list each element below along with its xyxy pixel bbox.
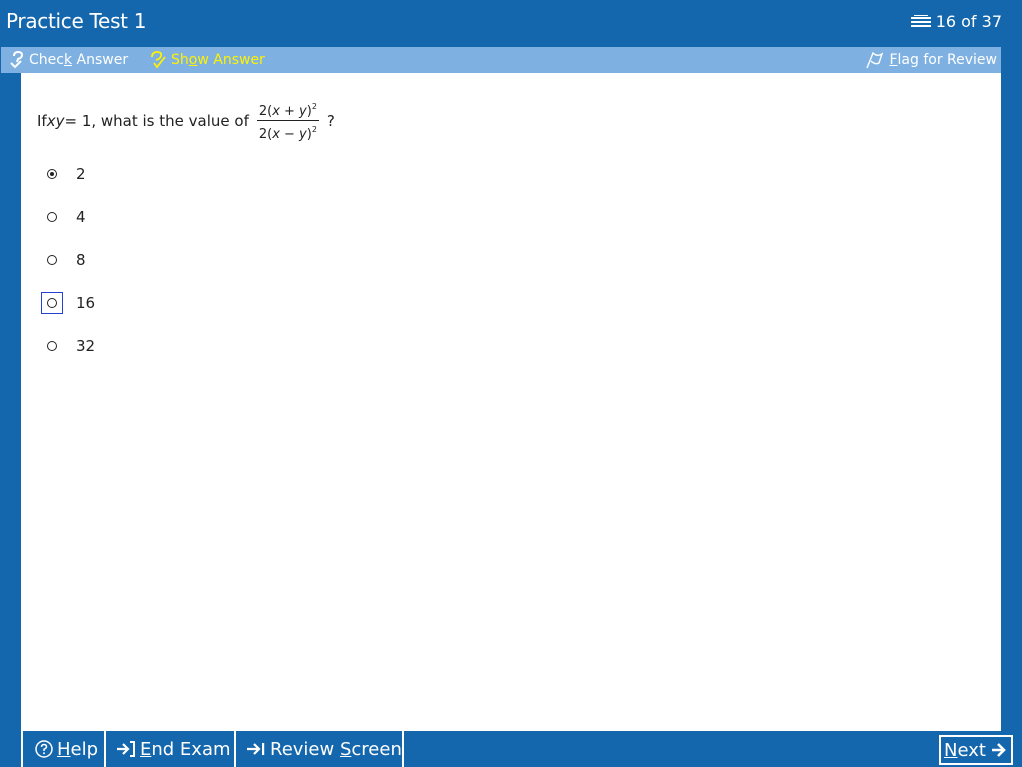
question-suffix: ? [326, 111, 335, 130]
end-exam-button[interactable]: End Exam [106, 731, 236, 767]
review-screen-icon [246, 741, 266, 757]
answer-choice-4[interactable]: 16 [41, 292, 100, 314]
question-counter: 16 of 37 [910, 12, 1002, 31]
question-variable: xy [46, 111, 65, 130]
choice-radio[interactable] [47, 212, 57, 222]
question-toolbar: Check Answer Show Answer Flag for Review [1, 47, 1001, 73]
next-label: Next [944, 739, 986, 761]
counter-text: 16 of 37 [935, 12, 1002, 31]
review-screen-label: Review Screen [270, 738, 402, 760]
title-bar: Practice Test 1 16 of 37 [0, 0, 1022, 45]
arrow-right-icon [990, 741, 1008, 759]
fraction-numerator: 2(x + y)2 [256, 99, 319, 121]
choice-radio[interactable] [47, 341, 57, 351]
question-text: = 1, what is the value of [64, 111, 249, 130]
choice-label: 2 [76, 165, 86, 183]
choice-radio-wrap[interactable] [41, 335, 63, 357]
choice-label: 16 [76, 294, 96, 312]
choice-radio[interactable] [47, 298, 57, 308]
fraction-denominator: 2(x − y)2 [258, 125, 317, 142]
review-screen-button[interactable]: Review Screen [236, 731, 404, 767]
choice-radio-selected[interactable] [47, 169, 57, 179]
check-answer-button[interactable]: Check Answer [9, 51, 128, 69]
end-exam-label: End Exam [140, 738, 231, 760]
answer-choice-5[interactable]: 32 [41, 335, 100, 357]
help-label: Help [57, 738, 99, 760]
exam-app: Practice Test 1 16 of 37 Check Answer Sh… [0, 0, 1022, 767]
choice-radio-wrap[interactable] [41, 249, 63, 271]
answer-choice-3[interactable]: 8 [41, 249, 100, 271]
question-stem: If xy = 1, what is the value of 2(x + y)… [37, 99, 335, 142]
help-icon [35, 740, 53, 758]
answer-choice-2[interactable]: 4 [41, 206, 100, 228]
choice-label: 4 [76, 208, 86, 226]
choice-radio-wrap[interactable] [41, 206, 63, 228]
flag-icon [865, 51, 885, 69]
question-fraction: 2(x + y)2 2(x − y)2 [256, 99, 319, 142]
choice-label: 32 [76, 337, 96, 355]
question-panel: If xy = 1, what is the value of 2(x + y)… [21, 73, 1001, 731]
check-answer-label: Check Answer [29, 52, 129, 68]
question-list-icon [910, 14, 932, 29]
choice-radio-wrap-focused[interactable] [41, 292, 63, 314]
exam-title: Practice Test 1 [6, 9, 147, 33]
help-button[interactable]: Help [21, 731, 106, 767]
choice-radio-wrap[interactable] [41, 163, 63, 185]
choice-label: 8 [76, 251, 86, 269]
choice-radio[interactable] [47, 255, 57, 265]
next-button[interactable]: Next [939, 735, 1013, 765]
bottom-nav-bar: Help End Exam Review Screen Next [21, 731, 1022, 767]
answer-choice-1[interactable]: 2 [41, 163, 100, 185]
show-answer-label: Show Answer [171, 52, 265, 68]
check-answer-icon [9, 51, 25, 69]
flag-for-review-button[interactable]: Flag for Review [865, 51, 997, 69]
flag-for-review-label: Flag for Review [889, 52, 997, 68]
show-answer-button[interactable]: Show Answer [149, 51, 265, 69]
show-answer-icon [149, 51, 167, 69]
question-prefix: If [37, 111, 47, 130]
end-exam-icon [116, 741, 136, 757]
